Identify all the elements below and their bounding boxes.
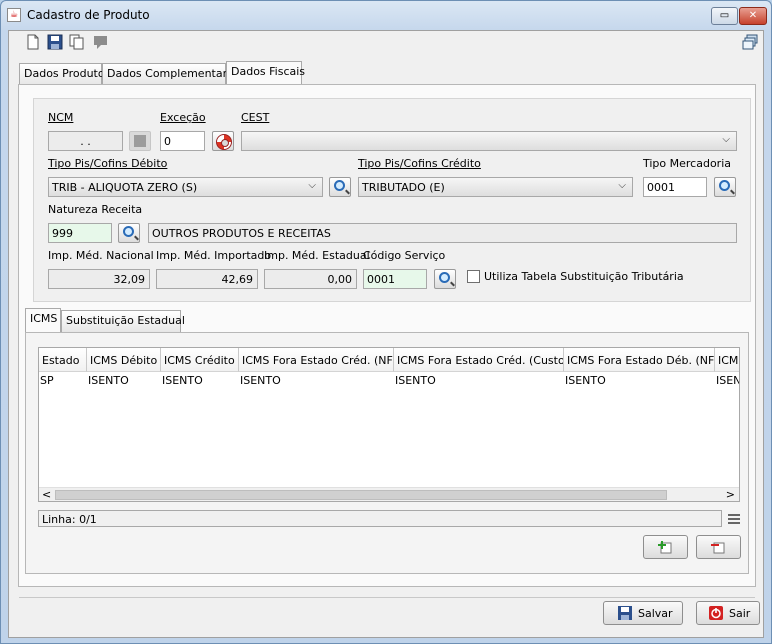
tipo-mercadoria-field[interactable]: 0001 <box>643 177 707 197</box>
codigo-servico-field[interactable]: 0001 <box>363 269 427 289</box>
menu-lines-icon[interactable] <box>728 512 740 524</box>
imp-importado-field: 42,69 <box>156 269 258 289</box>
ncm-field[interactable]: . . <box>48 131 123 151</box>
exit-button[interactable]: Sair <box>696 601 760 625</box>
pis-credito-value: TRIBUTADO (E) <box>362 181 445 194</box>
column-header[interactable]: ICMS Fora Estado Créd. (Custo) <box>394 348 564 372</box>
ncm-search-button[interactable] <box>129 131 151 151</box>
window-title: Cadastro de Produto <box>27 8 150 22</box>
table-cell: SP <box>40 374 54 387</box>
table-cell: ISENTO <box>565 374 606 387</box>
tipo-mercadoria-label: Tipo Mercadoria <box>643 157 732 170</box>
imp-nacional-field: 32,09 <box>48 269 150 289</box>
pis-debito-label: Tipo Pis/Cofins Débito <box>48 157 168 170</box>
table-cell: ISENTO <box>162 374 203 387</box>
pis-debito-search-button[interactable] <box>329 177 351 197</box>
power-exit-icon <box>709 606 723 620</box>
java-cup-icon: ☕ <box>7 8 21 22</box>
column-header[interactable]: ICMS Débito <box>87 348 161 372</box>
lifebuoy-icon <box>216 134 232 150</box>
excecao-clear-button[interactable] <box>212 131 234 151</box>
pis-debito-value: TRIB - ALIQUOTA ZERO (S) <box>52 181 198 194</box>
substituicao-checkbox-label: Utiliza Tabela Substituição Tributária <box>484 270 684 283</box>
title-bar[interactable]: ☕ Cadastro de Produto ▭ ✕ <box>1 1 771 31</box>
pis-debito-select[interactable]: TRIB - ALIQUOTA ZERO (S) ⌵ <box>48 177 323 197</box>
table-cell: ISENTO <box>395 374 436 387</box>
table-cell: ISENTO <box>240 374 281 387</box>
icms-panel: Estado ICMS Débito ICMS Crédito ICMS For… <box>25 332 749 574</box>
tab-dados-fiscais[interactable]: Dados Fiscais <box>226 61 305 85</box>
search-icon <box>123 226 134 237</box>
chevron-down-icon: ⌵ <box>722 134 730 145</box>
chevron-down-icon: ⌵ <box>618 180 626 191</box>
natureza-code-field[interactable]: 999 <box>48 223 112 243</box>
exit-button-label: Sair <box>729 607 751 620</box>
close-button[interactable]: ✕ <box>739 7 767 25</box>
save-button[interactable]: Salvar <box>603 601 683 625</box>
column-header[interactable]: ICMS Fora Estado Déb. (NF) <box>564 348 715 372</box>
cest-select[interactable]: ⌵ <box>241 131 737 151</box>
column-header[interactable]: ICMS Fora Estado Créd. (NF) <box>239 348 394 372</box>
tipo-mercadoria-search-button[interactable] <box>714 177 736 197</box>
pis-credito-select[interactable]: TRIBUTADO (E) ⌵ <box>358 177 633 197</box>
search-icon <box>334 180 345 191</box>
fiscal-panel: NCM . . Exceção 0 CEST ⌵ Tipo Pis/Cofins… <box>18 84 756 587</box>
search-icon <box>719 180 730 191</box>
codigo-servico-label: Código Serviço <box>363 249 446 262</box>
add-row-icon <box>658 540 672 554</box>
column-header[interactable]: ICMS <box>715 348 739 372</box>
natureza-description-field: OUTROS PRODUTOS E RECEITAS <box>148 223 737 243</box>
column-header[interactable]: ICMS Crédito <box>161 348 239 372</box>
comment-icon[interactable] <box>93 34 109 50</box>
imp-importado-label: Imp. Méd. Importado <box>156 249 272 262</box>
row-status: Linha: 0/1 <box>38 510 722 527</box>
tab-dados-produto[interactable]: Dados Produto <box>19 63 105 85</box>
table-cell: ISENTO <box>88 374 129 387</box>
table-cell: ISENTO <box>716 374 739 387</box>
remove-row-button[interactable] <box>696 535 741 559</box>
remove-row-icon <box>711 540 725 554</box>
footer-divider <box>19 597 755 598</box>
save-disk-icon <box>618 606 632 620</box>
fiscal-fields-group: NCM . . Exceção 0 CEST ⌵ Tipo Pis/Cofins… <box>33 98 751 302</box>
tab-icms[interactable]: ICMS <box>25 308 61 332</box>
scroll-left-arrow[interactable]: < <box>42 488 51 501</box>
codigo-servico-search-button[interactable] <box>434 269 456 289</box>
search-icon <box>134 135 146 147</box>
search-icon <box>439 272 450 283</box>
excecao-field[interactable]: 0 <box>160 131 205 151</box>
chevron-down-icon: ⌵ <box>308 180 316 191</box>
scroll-right-arrow[interactable]: > <box>726 488 735 501</box>
save-disk-icon[interactable] <box>47 34 63 50</box>
add-row-button[interactable] <box>643 535 688 559</box>
cest-label: CEST <box>241 111 270 124</box>
imp-nacional-label: Imp. Méd. Nacional <box>48 249 154 262</box>
scrollbar-thumb[interactable] <box>55 490 667 500</box>
app-window: ☕ Cadastro de Produto ▭ ✕ Dados Produto … <box>0 0 772 644</box>
windows-cascade-icon[interactable] <box>742 34 758 50</box>
column-header[interactable]: Estado <box>39 348 87 372</box>
pis-credito-label: Tipo Pis/Cofins Crédito <box>358 157 481 170</box>
tab-substituicao-estadual[interactable]: Substituição Estadual <box>61 310 185 332</box>
restore-button[interactable]: ▭ <box>711 7 738 25</box>
imp-estadual-label: Imp. Méd. Estadual <box>264 249 370 262</box>
natureza-search-button[interactable] <box>118 223 140 243</box>
tab-dados-complementares[interactable]: Dados Complementares <box>102 63 239 85</box>
horizontal-scrollbar[interactable]: < > <box>39 487 739 501</box>
save-button-label: Salvar <box>638 607 673 620</box>
ncm-label: NCM <box>48 111 74 124</box>
imp-estadual-field: 0,00 <box>264 269 357 289</box>
substituicao-checkbox[interactable] <box>467 270 480 283</box>
client-area: Dados Produto Dados Complementares Dados… <box>8 30 764 638</box>
icms-table[interactable]: Estado ICMS Débito ICMS Crédito ICMS For… <box>38 347 740 502</box>
new-document-icon[interactable] <box>25 34 41 50</box>
copy-documents-icon[interactable] <box>69 34 85 50</box>
excecao-label: Exceção <box>160 111 206 124</box>
natureza-label: Natureza Receita <box>48 203 143 216</box>
